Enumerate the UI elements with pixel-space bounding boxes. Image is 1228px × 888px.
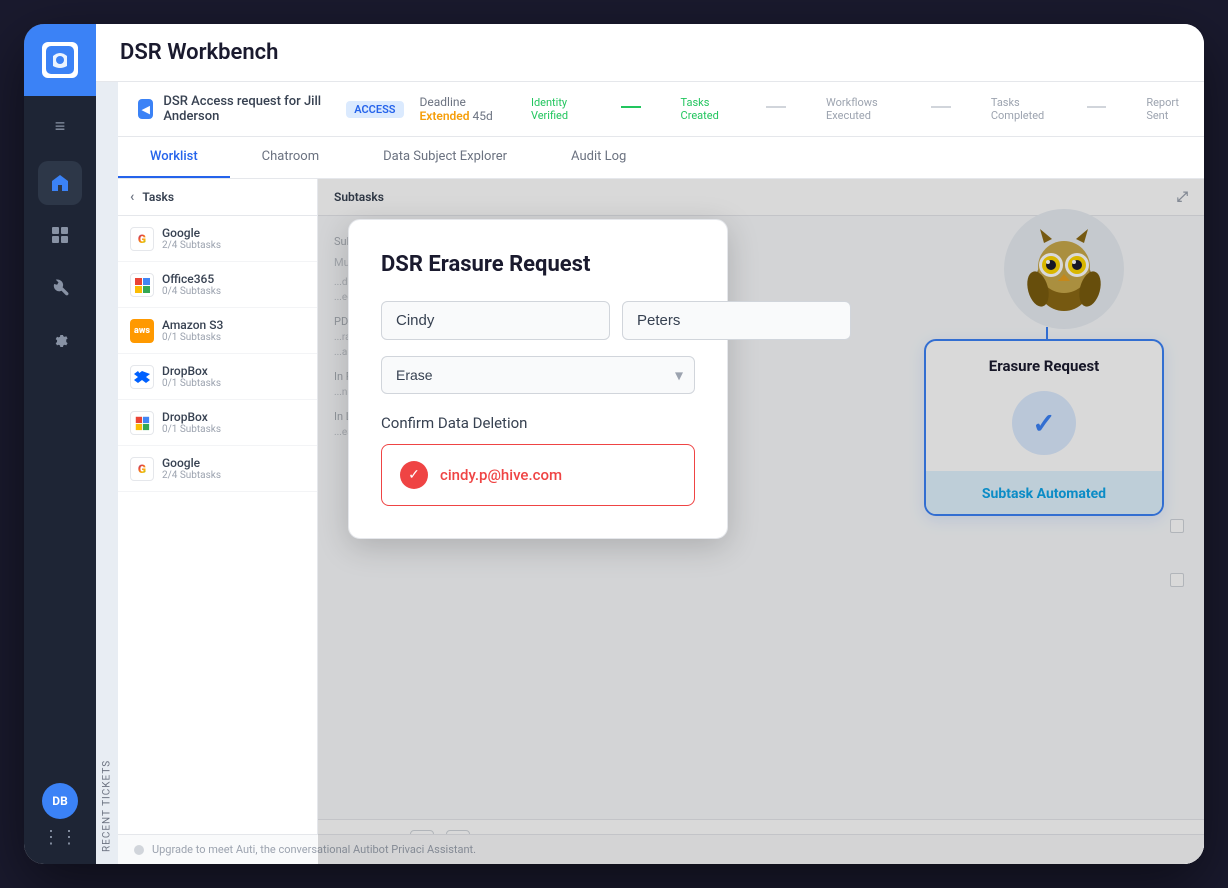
tasks-panel-header: ‹ Tasks — [118, 179, 317, 216]
action-select-wrapper: Erase ▾ — [381, 356, 695, 394]
office365-logo — [130, 273, 154, 297]
tab-worklist[interactable]: Worklist — [118, 137, 230, 178]
task-info-dropbox-1: DropBox 0/1 Subtasks — [162, 364, 305, 389]
modal-name-row — [381, 301, 695, 340]
google-logo-2: G — [130, 457, 154, 481]
ticket-request-title: DSR Access request for Jill Anderson — [163, 94, 330, 124]
task-item-amazon-s3[interactable]: aws Amazon S3 0/1 Subtasks — [118, 308, 317, 354]
sidebar-item-settings[interactable] — [38, 317, 82, 361]
task-info-dropbox-2: DropBox 0/1 Subtasks — [162, 410, 305, 435]
dropbox-logo-1 — [130, 365, 154, 389]
first-name-input[interactable] — [381, 301, 610, 340]
step-tasks-created: Tasks Created — [681, 96, 727, 122]
confirm-data-deletion-label: Confirm Data Deletion — [381, 414, 695, 432]
progress-steps: Identity Verified Tasks Created Workflow… — [531, 96, 1184, 122]
ticket-info-bar: ◀ DSR Access request for Jill Anderson A… — [118, 82, 1204, 137]
workspace: ‹ Tasks G Google 2/4 Subtasks — [118, 179, 1204, 864]
user-avatar[interactable]: DB — [42, 783, 78, 819]
step-identity-verified: Identity Verified — [531, 96, 581, 122]
menu-icon[interactable]: ≡ — [24, 104, 96, 149]
right-content-area: Subtasks ⤢ Subtask G... Multi-Discovery … — [318, 179, 1204, 864]
logo-area — [24, 24, 96, 96]
task-item-dropbox-2[interactable]: DropBox 0/1 Subtasks — [118, 400, 317, 446]
modal-action-row: Erase ▾ — [381, 356, 695, 394]
sidebar-item-home[interactable] — [38, 161, 82, 205]
action-select[interactable]: Erase — [381, 356, 695, 394]
google-logo-1: G — [130, 227, 154, 251]
sidebar-bottom: DB ⋮⋮ — [42, 783, 78, 864]
task-info-amazon-s3: Amazon S3 0/1 Subtasks — [162, 318, 305, 343]
task-info-google-2: Google 2/4 Subtasks — [162, 456, 305, 481]
email-confirmation-box: ✓ cindy.p@hive.com — [381, 444, 695, 506]
tab-data-subject-explorer[interactable]: Data Subject Explorer — [351, 137, 539, 178]
app-logo — [42, 42, 78, 78]
task-info-office365: Office365 0/4 Subtasks — [162, 272, 305, 297]
dropbox-logo-2 — [130, 411, 154, 435]
task-item-office365[interactable]: Office365 0/4 Subtasks — [118, 262, 317, 308]
page-title: DSR Workbench — [120, 40, 278, 65]
step-workflows: Workflows Executed — [826, 96, 891, 122]
last-name-input[interactable] — [622, 301, 851, 340]
sidebar-item-dashboard[interactable] — [38, 213, 82, 257]
step-report-sent: Report Sent — [1146, 96, 1184, 122]
email-error-icon: ✓ — [400, 461, 428, 489]
task-item-dropbox-1[interactable]: DropBox 0/1 Subtasks — [118, 354, 317, 400]
ticket-type-badge: ACCESS — [346, 101, 403, 118]
recent-tickets-label: RECENT TICKETS — [96, 82, 118, 864]
status-dot — [134, 845, 144, 855]
ticket-panel: ◀ DSR Access request for Jill Anderson A… — [118, 82, 1204, 864]
more-options-icon[interactable]: ⋮⋮ — [42, 827, 78, 848]
task-item-google-2[interactable]: G Google 2/4 Subtasks — [118, 446, 317, 492]
tasks-panel: ‹ Tasks G Google 2/4 Subtasks — [118, 179, 318, 864]
content-area: RECENT TICKETS ◀ DSR Access request for … — [96, 82, 1204, 864]
dsr-erasure-modal: DSR Erasure Request Erase — [348, 219, 728, 539]
sidebar: ≡ DB ⋮⋮ — [24, 24, 96, 864]
task-item-google-1[interactable]: G Google 2/4 Subtasks — [118, 216, 317, 262]
back-btn[interactable]: ‹ — [130, 189, 134, 205]
tab-chatroom[interactable]: Chatroom — [230, 137, 351, 178]
email-address: cindy.p@hive.com — [440, 466, 562, 484]
step-tasks-completed: Tasks Completed — [991, 96, 1047, 122]
collapse-btn[interactable]: ◀ — [138, 99, 153, 119]
modal-title: DSR Erasure Request — [381, 252, 695, 277]
amazon-s3-logo: aws — [130, 319, 154, 343]
ticket-deadline: Deadline Extended 45d — [420, 95, 515, 123]
sidebar-item-tools[interactable] — [38, 265, 82, 309]
tab-audit-log[interactable]: Audit Log — [539, 137, 658, 178]
modal-overlay: DSR Erasure Request Erase — [318, 179, 1204, 864]
task-info-google-1: Google 2/4 Subtasks — [162, 226, 305, 251]
main-content: DSR Workbench RECENT TICKETS ◀ DSR Acces… — [96, 24, 1204, 864]
tabs-bar: Worklist Chatroom Data Subject Explorer … — [118, 137, 1204, 179]
page-header: DSR Workbench — [96, 24, 1204, 82]
